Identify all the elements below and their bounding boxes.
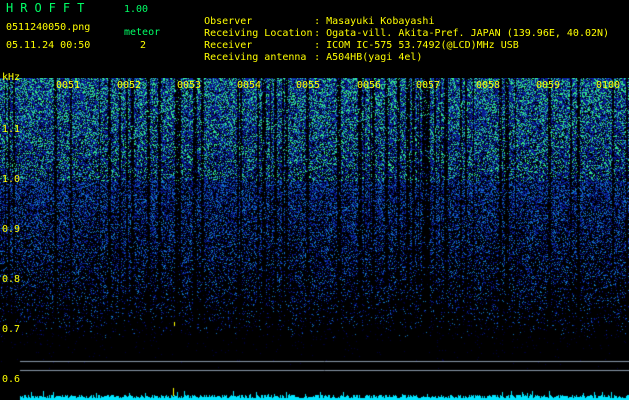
info-antenna: Receiving antenna: A504HB(yagi 4el) bbox=[180, 40, 422, 76]
time-tick-label: 0052 bbox=[117, 80, 142, 91]
y-tick-label: 1.1 bbox=[2, 124, 21, 135]
header-panel: HROFFT 1.00 0511240050.png meteor 2 05.1… bbox=[0, 0, 629, 76]
y-tick-label: 0.9 bbox=[2, 224, 21, 235]
time-tick-label: 0056 bbox=[357, 80, 382, 91]
time-tick-label: 0054 bbox=[237, 80, 262, 91]
time-tick-label: 0057 bbox=[416, 80, 441, 91]
y-tick-label: 0.6 bbox=[2, 374, 21, 385]
file-name: 0511240050.png bbox=[6, 22, 91, 33]
time-tick-label: 0100 bbox=[596, 80, 621, 91]
app-version: 1.00 bbox=[124, 4, 149, 15]
time-tick-label: 0051 bbox=[56, 80, 81, 91]
info-value: A504HB(yagi 4el) bbox=[326, 52, 423, 63]
info-key: Receiving antenna bbox=[204, 52, 307, 63]
timestamp: 05.11.24 00:50 bbox=[6, 40, 91, 51]
time-tick-label: 0053 bbox=[177, 80, 202, 91]
y-tick-label: 1.0 bbox=[2, 174, 21, 185]
time-tick-label: 0058 bbox=[476, 80, 501, 91]
app-brand: HROFFT bbox=[6, 1, 92, 15]
spectrogram bbox=[0, 78, 629, 400]
meteor-label: meteor bbox=[124, 27, 161, 38]
y-tick-label: 0.7 bbox=[2, 324, 21, 335]
y-tick-label: 0.8 bbox=[2, 274, 21, 285]
time-tick-label: 0055 bbox=[296, 80, 321, 91]
meteor-count: 2 bbox=[140, 40, 147, 51]
frequency-unit-label: kHz bbox=[2, 72, 21, 83]
time-tick-label: 0059 bbox=[536, 80, 561, 91]
info-separator: : bbox=[314, 52, 321, 63]
